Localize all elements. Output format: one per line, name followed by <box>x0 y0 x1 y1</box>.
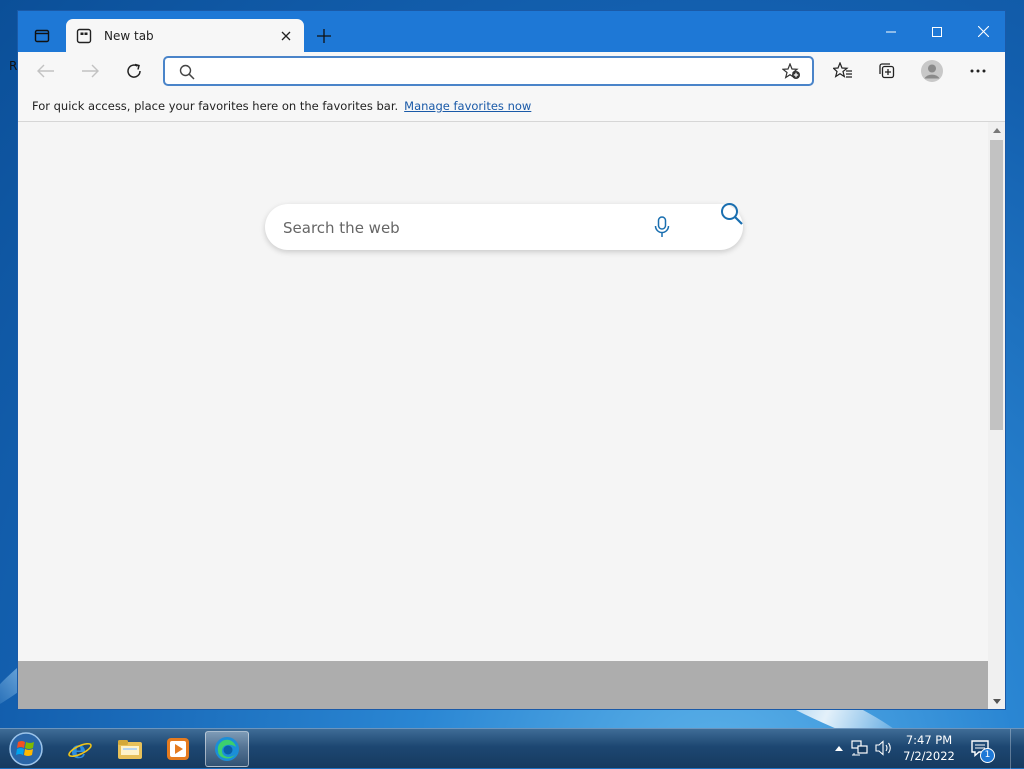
show-hidden-icons-button[interactable] <box>830 739 848 757</box>
vertical-scrollbar[interactable] <box>988 122 1005 709</box>
triangle-up-icon <box>835 745 843 751</box>
media-player-icon <box>167 738 189 760</box>
new-tab-page <box>18 122 989 661</box>
maximize-icon <box>932 26 942 37</box>
more-icon <box>970 69 986 73</box>
favorites-bar: For quick access, place your favorites h… <box>18 90 1005 122</box>
notification-count-badge: 1 <box>980 748 995 763</box>
edge-icon <box>215 737 239 761</box>
manage-favorites-link[interactable]: Manage favorites now <box>404 99 531 113</box>
scroll-up-button[interactable] <box>988 124 1005 136</box>
search-icon <box>721 203 743 225</box>
address-input[interactable] <box>207 61 771 83</box>
collections-icon <box>879 63 895 79</box>
close-icon <box>281 31 291 40</box>
network-tray-icon[interactable] <box>851 739 869 757</box>
maximize-button[interactable] <box>914 11 960 52</box>
star-add-icon <box>782 63 800 79</box>
folder-icon <box>118 740 142 759</box>
arrow-left-icon <box>37 64 54 78</box>
minimize-icon <box>886 31 896 32</box>
tab-new-tab[interactable]: New tab <box>66 19 304 52</box>
scroll-down-button[interactable] <box>988 695 1005 707</box>
web-search-box[interactable] <box>265 202 744 250</box>
navigation-toolbar <box>18 52 1005 90</box>
clock-time: 7:47 PM <box>905 733 953 747</box>
web-search-input[interactable] <box>281 216 635 240</box>
taskbar-media-player[interactable] <box>156 731 200 767</box>
tab-actions-icon <box>34 29 50 43</box>
taskbar-windows-explorer[interactable] <box>108 731 152 767</box>
network-icon <box>851 740 868 756</box>
add-favorite-button[interactable] <box>782 63 802 81</box>
avatar-icon <box>921 60 943 82</box>
address-bar[interactable] <box>163 56 814 86</box>
favorites-icon <box>833 62 852 78</box>
collections-button[interactable] <box>872 57 902 85</box>
clock-date: 7/2/2022 <box>903 749 955 763</box>
scrollbar-thumb[interactable] <box>990 140 1003 430</box>
favorites-bar-message: For quick access, place your favorites h… <box>32 98 399 113</box>
minimize-button[interactable] <box>868 11 914 52</box>
taskbar: e 7:47 PM 7/2/2022 1 <box>0 728 1024 769</box>
plus-icon <box>317 29 331 43</box>
profile-button[interactable] <box>917 57 947 85</box>
microphone-icon <box>654 216 670 237</box>
triangle-down-icon <box>992 698 1001 704</box>
action-center-button[interactable]: 1 <box>970 739 995 763</box>
windows-logo-icon <box>9 732 43 766</box>
internet-explorer-icon: e <box>68 736 92 762</box>
show-desktop-button[interactable] <box>1010 729 1024 769</box>
triangle-up-icon <box>992 127 1001 133</box>
tab-title: New tab <box>104 28 154 43</box>
browser-window: New tab For quick access, place your fav… <box>17 10 1006 710</box>
search-icon <box>179 64 195 83</box>
volume-tray-icon[interactable] <box>875 739 893 757</box>
page-footer-area <box>18 661 989 709</box>
voice-search-button[interactable] <box>653 216 671 241</box>
title-bar: New tab <box>18 11 1005 52</box>
back-button[interactable] <box>31 57 61 85</box>
system-clock[interactable]: 7:47 PM 7/2/2022 <box>898 732 960 764</box>
taskbar-internet-explorer[interactable]: e <box>58 731 102 767</box>
close-window-button[interactable] <box>960 11 1006 52</box>
tab-actions-button[interactable] <box>26 22 58 50</box>
new-tab-icon <box>76 28 92 44</box>
search-submit-button[interactable] <box>720 202 744 229</box>
settings-more-button[interactable] <box>963 57 993 85</box>
forward-button[interactable] <box>75 57 105 85</box>
arrow-right-icon <box>82 64 99 78</box>
close-icon <box>977 26 989 37</box>
new-tab-button[interactable] <box>314 26 334 46</box>
favorites-button[interactable] <box>828 57 858 85</box>
taskbar-microsoft-edge[interactable] <box>205 731 249 767</box>
refresh-icon <box>127 63 141 78</box>
speaker-icon <box>875 740 891 756</box>
close-tab-button[interactable] <box>278 28 294 44</box>
start-button[interactable] <box>6 730 46 768</box>
refresh-button[interactable] <box>119 57 149 85</box>
